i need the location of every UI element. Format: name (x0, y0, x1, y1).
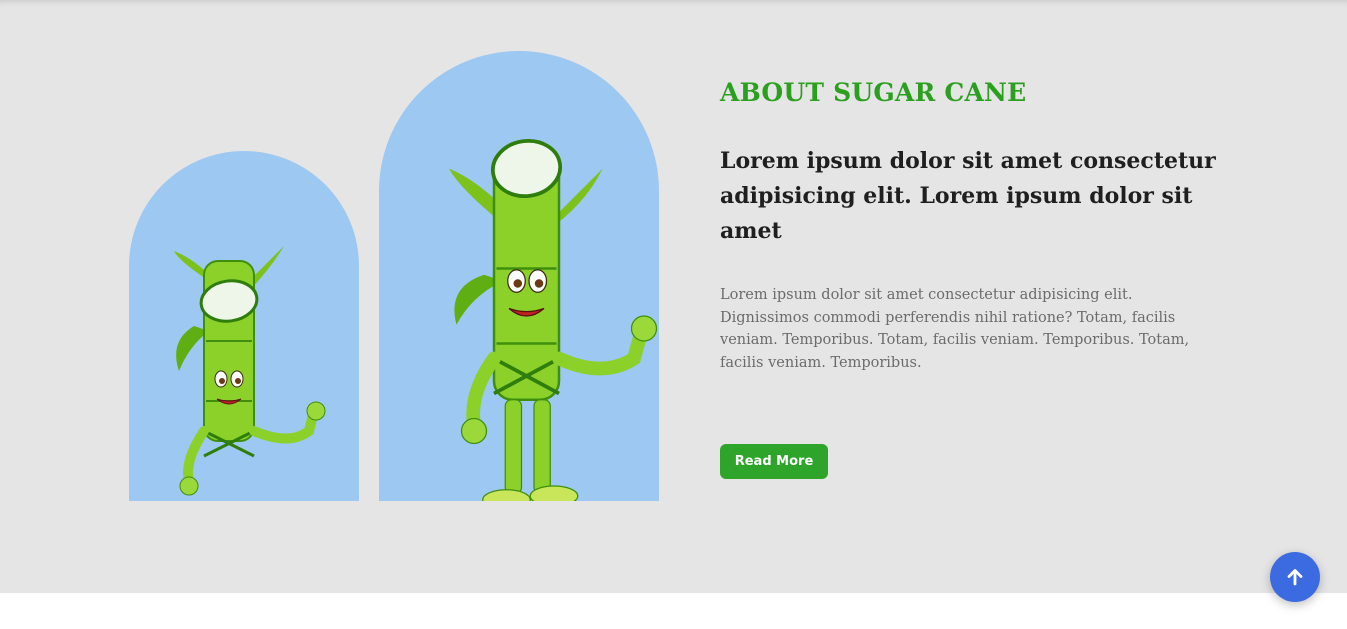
section-eyebrow: ABOUT SUGAR CANE (720, 78, 1027, 107)
scroll-to-top-button[interactable] (1270, 552, 1320, 602)
section-body-text: Lorem ipsum dolor sit amet consectetur a… (720, 287, 1190, 371)
section-headline: Lorem ipsum dolor sit amet consectetur a… (720, 148, 1216, 244)
read-more-button[interactable]: Read More (720, 444, 828, 479)
sugar-cane-mascot-illustration (174, 246, 326, 496)
arrow-up-icon (1287, 569, 1303, 586)
mascot-image-large (379, 51, 659, 501)
about-section: ABOUT SUGAR CANE Lorem ipsum dolor sit a… (0, 0, 1347, 593)
sugar-cane-mascot-illustration (449, 138, 658, 501)
mascot-image-small (129, 151, 359, 501)
